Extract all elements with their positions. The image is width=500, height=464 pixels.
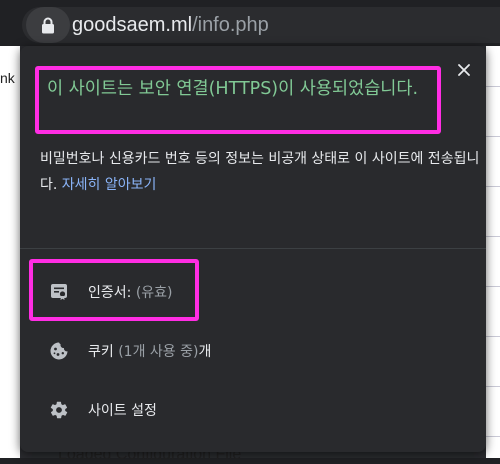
site-settings-row[interactable]: 사이트 설정 [20,388,486,432]
page-right-edge [486,46,500,458]
learn-more-link[interactable]: 자세히 알아보기 [62,177,157,193]
page-left-edge [0,46,20,458]
site-info-button[interactable] [26,7,70,43]
certificate-row[interactable]: 인증서: (유효) [20,270,486,314]
url-text[interactable]: goodsaem.ml/info.php [72,12,269,38]
site-settings-label: 사이트 설정 [88,403,157,419]
cookies-count: (1개 사용 중) [118,344,199,360]
page-left-fragment: nk [0,70,15,86]
url-host: goodsaem.ml [72,14,193,36]
certificate-label: 인증서: (유효) [88,285,173,301]
gear-icon [48,399,70,421]
close-icon [458,64,470,76]
cookie-icon [48,340,70,362]
certificate-status: (유효) [135,285,173,301]
connection-description: 비밀번호나 신용카드 번호 등의 정보는 비공개 상태로 이 사이트에 전송됩니… [40,146,480,198]
divider [20,248,486,249]
cookies-row[interactable]: 쿠키 (1개 사용 중)개 [20,329,486,373]
url-path: /info.php [192,14,269,36]
certificate-icon [48,281,70,303]
site-info-popup: 이 사이트는 보안 연결(HTTPS)이 사용되었습니다. 비밀번호나 신용카드… [20,46,486,452]
lock-icon [42,17,54,33]
close-button[interactable] [454,60,474,80]
connection-secure-headline: 이 사이트는 보안 연결(HTTPS)이 사용되었습니다. [35,66,441,134]
cookies-label: 쿠키 (1개 사용 중)개 [88,344,212,360]
